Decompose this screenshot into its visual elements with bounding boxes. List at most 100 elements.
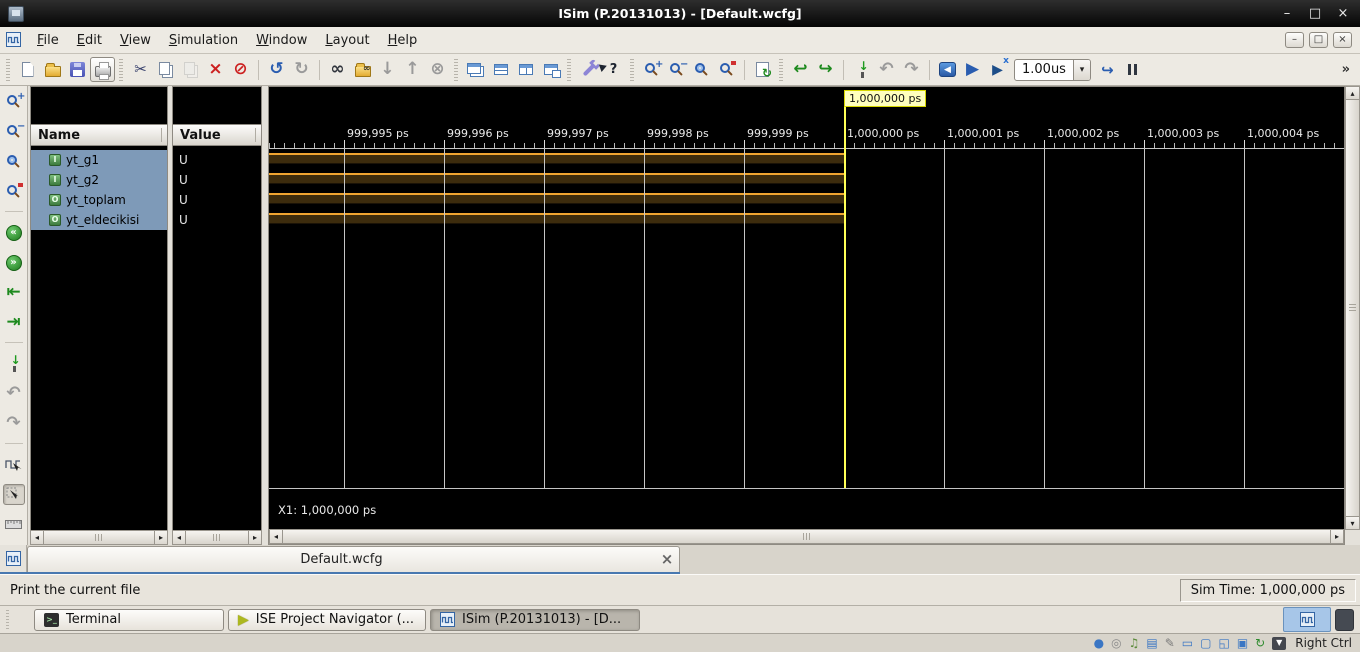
step-button[interactable]: [1095, 57, 1120, 82]
mdi-restore-button[interactable]: □: [1309, 32, 1328, 48]
name-panel-hscrollbar[interactable]: ◂ ▸: [30, 530, 168, 545]
preferences-button[interactable]: [576, 57, 601, 82]
menu-simulation[interactable]: Simulation: [160, 30, 247, 51]
cascade-windows-button[interactable]: [463, 57, 488, 82]
scrollbar-thumb[interactable]: [185, 530, 249, 545]
scroll-left-arrow-icon[interactable]: ◂: [172, 530, 186, 545]
zoom-out-button[interactable]: [664, 57, 689, 82]
signal-row-yt_toplam[interactable]: Oyt_toplam: [31, 190, 167, 210]
undo-button[interactable]: ↺: [264, 57, 289, 82]
move-up-button[interactable]: ↑: [400, 57, 425, 82]
vbox-cpu-icon[interactable]: ▣: [1237, 637, 1248, 649]
wave-hscrollbar[interactable]: ◂ ▸: [269, 529, 1344, 544]
signal-value-list[interactable]: UUUU: [172, 146, 262, 530]
vbox-refresh-icon[interactable]: ↻: [1255, 637, 1265, 649]
cursor-time-label[interactable]: 1,000,000 ps: [844, 90, 926, 107]
waveform-panel[interactable]: 1,000,000 ps 999,995 ps999,996 ps999,997…: [268, 86, 1345, 545]
open-file-button[interactable]: [40, 57, 65, 82]
scroll-up-arrow-icon[interactable]: ▴: [1345, 86, 1360, 100]
menu-view[interactable]: View: [111, 30, 160, 51]
run-for-time-button[interactable]: [985, 57, 1010, 82]
waveform-canvas[interactable]: [269, 149, 1344, 488]
signal-value-yt_g1[interactable]: U: [173, 150, 261, 170]
combo-dropdown-icon[interactable]: ▾: [1073, 60, 1090, 80]
tray-applet-icon[interactable]: [1335, 609, 1354, 631]
name-column-header[interactable]: Name: [30, 124, 168, 146]
zoom-full-view-button[interactable]: [689, 57, 714, 82]
move-down-button[interactable]: ↓: [375, 57, 400, 82]
scrollbar-thumb[interactable]: [43, 530, 155, 545]
vbox-audio-icon[interactable]: ♫: [1129, 637, 1140, 649]
vbox-windows-icon[interactable]: ◱: [1218, 637, 1229, 649]
measure-button[interactable]: [3, 514, 25, 535]
goto-latest-time-button[interactable]: »: [3, 252, 25, 273]
scroll-left-arrow-icon[interactable]: ◂: [269, 529, 283, 544]
vbox-menu-icon[interactable]: ▼: [1272, 637, 1286, 650]
signal-row-yt_g1[interactable]: Iyt_g1: [31, 150, 167, 170]
run-time-combo[interactable]: 1.00us▾: [1014, 59, 1091, 81]
run-button[interactable]: ▶: [960, 57, 985, 82]
mdi-minimize-button[interactable]: –: [1285, 32, 1304, 48]
scrollbar-thumb[interactable]: [1345, 99, 1360, 517]
save-button[interactable]: [65, 57, 90, 82]
delete-button[interactable]: ×: [203, 57, 228, 82]
signal-row-yt_eldecikisi[interactable]: Oyt_eldecikisi: [31, 210, 167, 230]
redo-button[interactable]: ↻: [289, 57, 314, 82]
menu-window[interactable]: Window: [247, 30, 316, 51]
tray-isim-icon[interactable]: [1283, 607, 1331, 632]
drag-zoom-button[interactable]: [3, 484, 25, 505]
break-button[interactable]: [1120, 57, 1145, 82]
print-button[interactable]: [90, 57, 115, 82]
snap-to-transition-button[interactable]: [3, 454, 25, 475]
window-minimize-button[interactable]: –: [1280, 7, 1294, 20]
signal-value-yt_eldecikisi[interactable]: U: [173, 210, 261, 230]
wave-zoom-out-button[interactable]: [3, 121, 25, 142]
copy-button[interactable]: [153, 57, 178, 82]
signal-name-list[interactable]: Iyt_g1Iyt_g2Oyt_toplamOyt_eldecikisi: [30, 146, 168, 530]
vbox-display-icon[interactable]: ▢: [1200, 637, 1211, 649]
tab-default-wcfg[interactable]: Default.wcfg ×: [27, 546, 680, 572]
taskbar-isim-button[interactable]: ISim (P.20131013) - [D...: [430, 609, 640, 631]
signal-value-yt_toplam[interactable]: U: [173, 190, 261, 210]
wave-zoom-cursor-button[interactable]: [3, 181, 25, 202]
vbox-harddisk-icon[interactable]: ●: [1094, 637, 1104, 649]
scroll-right-arrow-icon[interactable]: ▸: [248, 530, 262, 545]
window-maximize-button[interactable]: □: [1308, 7, 1322, 20]
tile-horizontal-button[interactable]: [488, 57, 513, 82]
vbox-network-icon[interactable]: ▤: [1146, 637, 1157, 649]
mdi-close-button[interactable]: ×: [1333, 32, 1352, 48]
signal-value-yt_g2[interactable]: U: [173, 170, 261, 190]
taskbar-ise-button[interactable]: ISE Project Navigator (...: [228, 609, 426, 631]
scrollbar-thumb[interactable]: [282, 529, 1331, 544]
zoom-in-button[interactable]: [639, 57, 664, 82]
taskbar-terminal-button[interactable]: Terminal: [34, 609, 224, 631]
scroll-right-arrow-icon[interactable]: ▸: [1330, 529, 1344, 544]
time-cursor-line[interactable]: [844, 105, 846, 488]
menu-layout[interactable]: Layout: [316, 30, 378, 51]
menu-edit[interactable]: Edit: [68, 30, 111, 51]
find-button[interactable]: ∞: [325, 57, 350, 82]
goto-previous-button[interactable]: ↩: [788, 57, 813, 82]
add-marker-button[interactable]: [849, 57, 874, 82]
relaunch-button[interactable]: [750, 57, 775, 82]
whats-this-button[interactable]: ?: [601, 57, 626, 82]
next-transition-button[interactable]: ⇥: [3, 312, 25, 333]
goto-time-zero-button[interactable]: «: [3, 222, 25, 243]
float-window-button[interactable]: [538, 57, 563, 82]
next-marker-button[interactable]: ↷: [899, 57, 924, 82]
vbox-shared-folders-icon[interactable]: ▭: [1182, 637, 1193, 649]
value-column-header[interactable]: Value: [172, 124, 262, 146]
restart-button[interactable]: [935, 57, 960, 82]
vbox-usb-icon[interactable]: ✎: [1165, 637, 1175, 649]
scroll-right-arrow-icon[interactable]: ▸: [154, 530, 168, 545]
cut-button[interactable]: ✂: [128, 57, 153, 82]
paste-button[interactable]: [178, 57, 203, 82]
cancel-button[interactable]: ⊗: [425, 57, 450, 82]
window-close-button[interactable]: ×: [1336, 7, 1350, 20]
goto-next-button[interactable]: ↪: [813, 57, 838, 82]
scroll-down-arrow-icon[interactable]: ▾: [1345, 516, 1360, 530]
previous-transition-button[interactable]: ⇤: [3, 282, 25, 303]
value-panel-hscrollbar[interactable]: ◂ ▸: [172, 530, 262, 545]
signal-row-yt_g2[interactable]: Iyt_g2: [31, 170, 167, 190]
prohibit-button[interactable]: ⊘: [228, 57, 253, 82]
